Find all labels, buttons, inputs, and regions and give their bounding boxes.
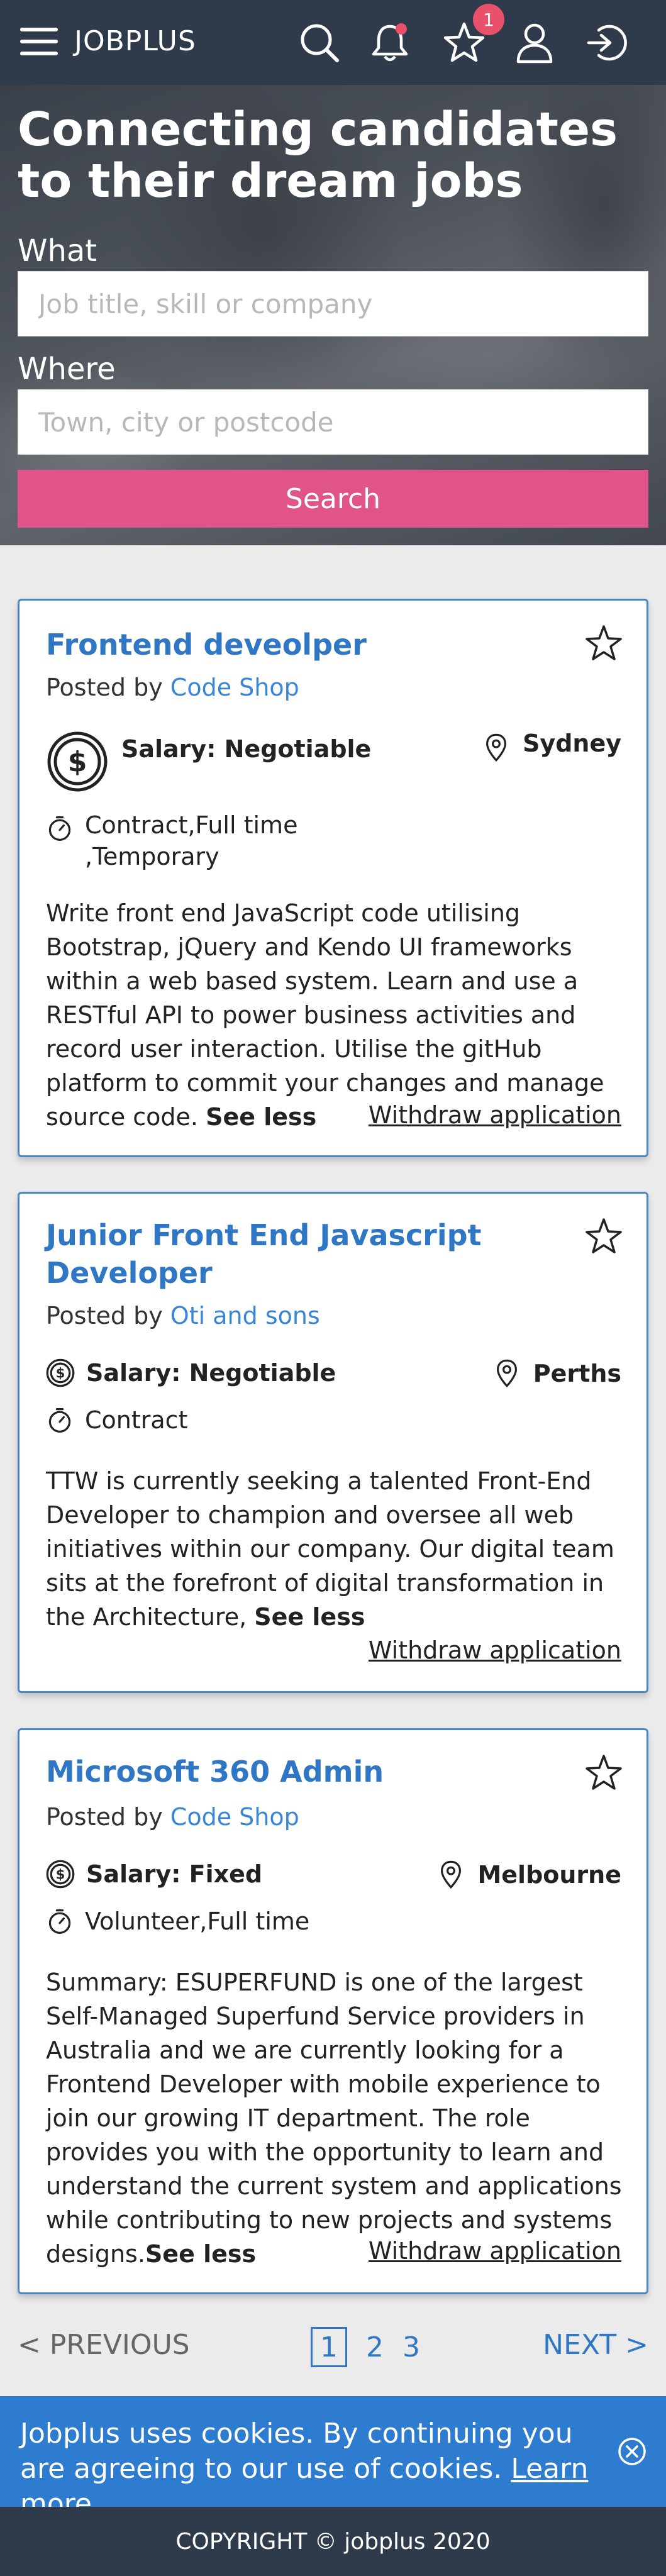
what-search-input[interactable]: [18, 271, 648, 336]
favorite-star-icon[interactable]: [584, 623, 624, 663]
job-type-info: Volunteer,Full time: [46, 1907, 309, 1935]
stopwatch-icon: [48, 1407, 71, 1433]
hamburger-menu-icon[interactable]: [20, 28, 58, 55]
see-less-link[interactable]: See less: [145, 2240, 256, 2268]
previous-page-link[interactable]: < PREVIOUS: [18, 2329, 190, 2361]
favorite-star-icon[interactable]: [584, 1216, 624, 1257]
what-label: What: [18, 233, 97, 269]
job-type-info: Contract: [46, 1406, 187, 1434]
top-nav-bar: JOBPLUS 1: [0, 0, 666, 85]
search-button[interactable]: Search: [18, 470, 648, 528]
job-description: TTW is currently seeking a talented Fron…: [46, 1467, 614, 1631]
withdraw-application-link[interactable]: Withdraw application: [369, 1636, 621, 1664]
next-page-link[interactable]: NEXT >: [543, 2329, 648, 2361]
job-type-info: Contract,Full time ,Temporary: [46, 809, 374, 872]
hero-search-section: Connecting candidates to their dream job…: [0, 85, 666, 545]
location-pin-icon: [496, 1359, 517, 1388]
company-link[interactable]: Code Shop: [170, 674, 299, 701]
page-3-link[interactable]: 3: [402, 2331, 420, 2363]
job-type-text: Contract,Full time ,Temporary: [85, 811, 298, 870]
brand-logo[interactable]: JOBPLUS: [74, 25, 196, 57]
location-text: Sydney: [523, 730, 621, 757]
posted-by: Posted by Code Shop: [46, 674, 299, 701]
notification-count-badge: 1: [473, 4, 504, 35]
footer: COPYRIGHT © jobplus 2020: [0, 2507, 666, 2576]
location-info: Perths: [496, 1358, 621, 1389]
location-pin-icon: [486, 733, 507, 762]
stopwatch-icon: [48, 1909, 71, 1934]
salary-text: Salary: Fixed: [86, 1860, 263, 1888]
job-type-text: Contract: [85, 1406, 188, 1434]
job-description: Write front end JavaScript code utilisin…: [46, 899, 604, 1131]
location-info: Melbourne: [440, 1860, 621, 1890]
hero-title: Connecting candidates to their dream job…: [18, 103, 618, 208]
salary-text: Salary: Negotiable: [121, 735, 372, 763]
svg-text:$: $: [56, 1365, 65, 1380]
location-pin-icon: [441, 1860, 462, 1889]
copyright-text: COPYRIGHT © jobplus 2020: [175, 2528, 491, 2555]
user-account-icon[interactable]: [511, 19, 558, 67]
location-text: Perths: [533, 1360, 621, 1387]
salary-info: $ Salary: Negotiable: [46, 1358, 336, 1387]
where-label: Where: [18, 352, 116, 387]
see-less-link[interactable]: See less: [206, 1103, 316, 1131]
svg-text:$: $: [68, 746, 87, 778]
page-numbers: 1 2 3: [311, 2327, 439, 2367]
company-link[interactable]: Oti and sons: [170, 1302, 320, 1330]
dollar-icon: $: [46, 1860, 75, 1889]
salary-text: Salary: Negotiable: [86, 1359, 336, 1387]
job-card: Junior Front End Javascript Developer Po…: [18, 1192, 648, 1693]
location-text: Melbourne: [477, 1861, 621, 1889]
svg-text:$: $: [56, 1866, 65, 1882]
dollar-icon: $: [46, 1358, 75, 1387]
salary-info: $ Salary: Fixed: [46, 1860, 262, 1889]
cookie-message: Jobplus uses cookies. By continuing you …: [20, 2418, 589, 2520]
posted-by: Posted by Oti and sons: [46, 1302, 320, 1330]
location-info: Sydney: [485, 730, 621, 763]
see-less-link[interactable]: See less: [254, 1603, 365, 1631]
job-title[interactable]: Frontend deveolper: [46, 626, 549, 663]
close-circle-icon[interactable]: [617, 2436, 647, 2467]
cookie-consent-bar: Jobplus uses cookies. By continuing you …: [0, 2396, 666, 2520]
job-type-text: Volunteer,Full time: [85, 1907, 310, 1935]
logout-icon[interactable]: [582, 19, 630, 67]
favorite-star-icon[interactable]: [584, 1753, 624, 1793]
job-title[interactable]: Junior Front End Javascript Developer: [46, 1216, 549, 1292]
page-1-link[interactable]: 1: [311, 2327, 347, 2367]
withdraw-application-link[interactable]: Withdraw application: [369, 2237, 621, 2265]
company-link[interactable]: Code Shop: [170, 1803, 299, 1831]
where-search-input[interactable]: [18, 389, 648, 455]
page-2-link[interactable]: 2: [366, 2331, 384, 2363]
posted-by: Posted by Code Shop: [46, 1803, 299, 1831]
dollar-icon: $: [47, 731, 108, 792]
withdraw-application-link[interactable]: Withdraw application: [369, 1101, 621, 1129]
notification-bell-icon[interactable]: [366, 19, 414, 67]
search-icon[interactable]: [296, 19, 343, 67]
job-description: Summary: ESUPERFUND is one of the larges…: [46, 1968, 622, 2268]
salary-info: $ Salary: Negotiable: [46, 730, 371, 793]
job-title[interactable]: Microsoft 360 Admin: [46, 1753, 549, 1790]
job-card: Microsoft 360 Admin Posted by Code Shop …: [18, 1728, 648, 2294]
stopwatch-icon: [48, 816, 71, 841]
job-card: Frontend deveolper Posted by Code Shop $…: [18, 599, 648, 1157]
